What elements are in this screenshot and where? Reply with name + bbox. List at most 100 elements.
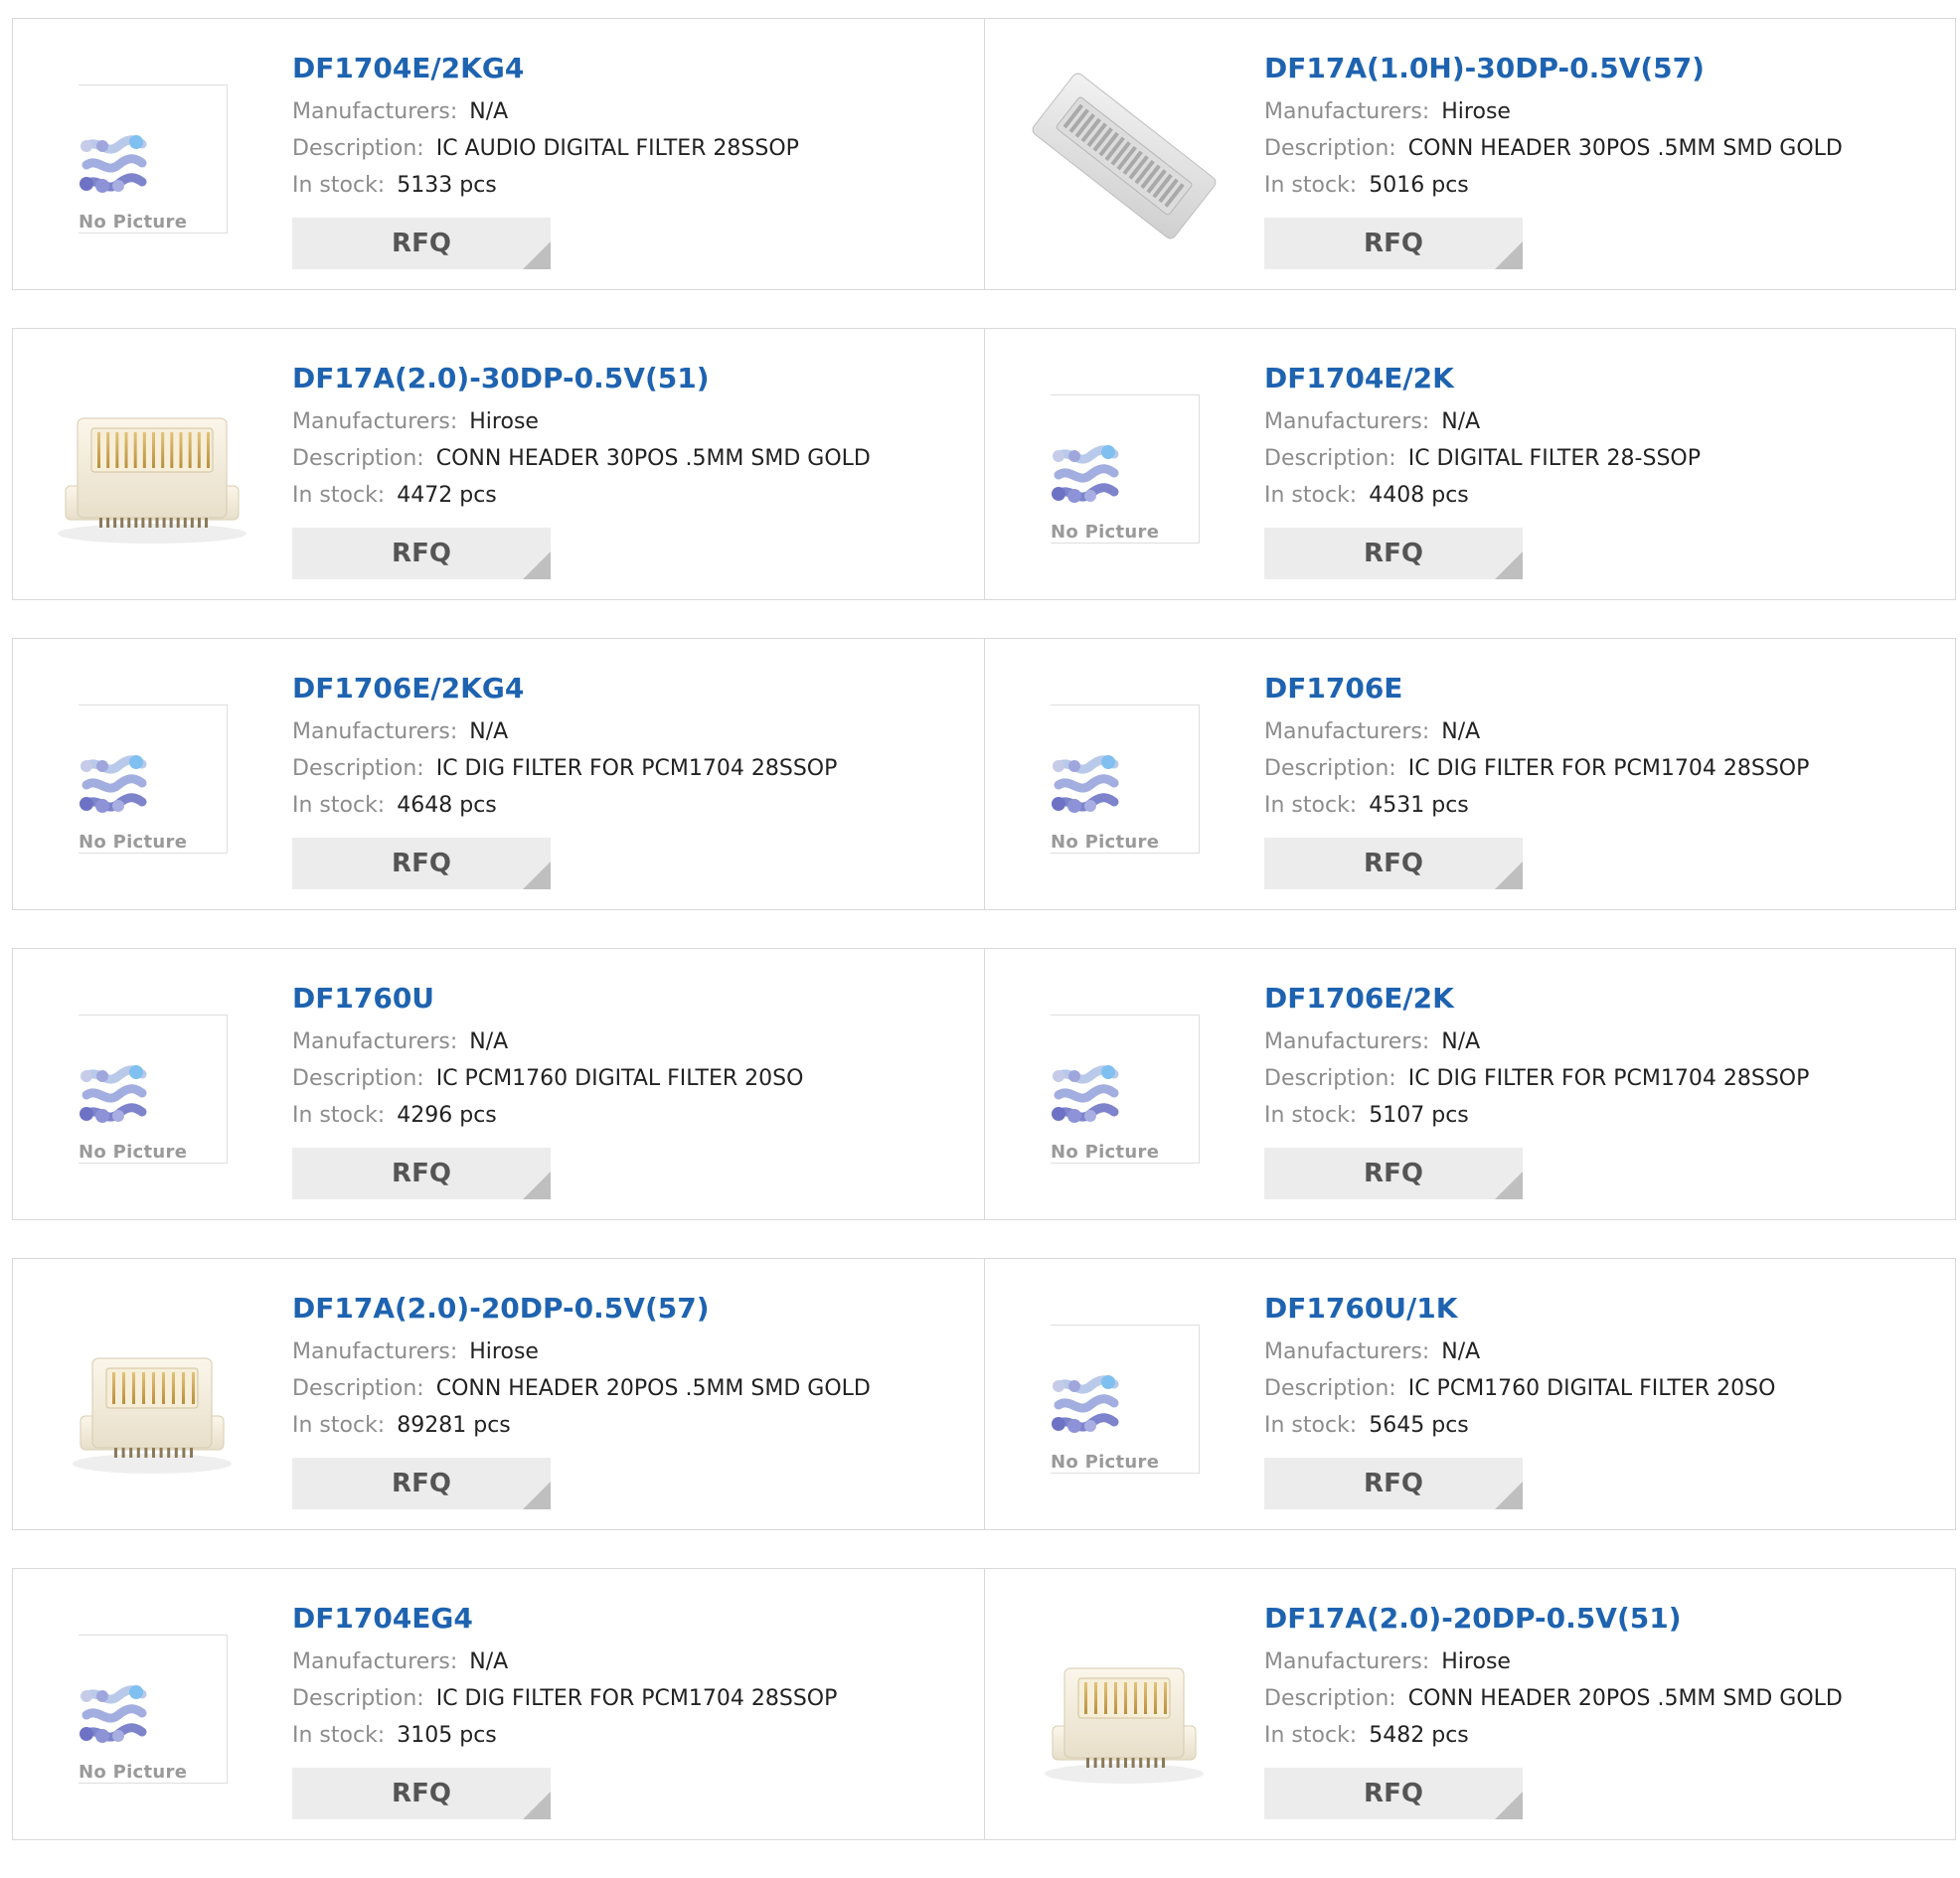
no-picture-placeholder: No Picture bbox=[1051, 1325, 1200, 1474]
description-label: Description: bbox=[1264, 756, 1396, 781]
rfq-button[interactable]: RFQ bbox=[292, 838, 551, 889]
description-value: CONN HEADER 20POS .5MM SMD GOLD bbox=[435, 1376, 871, 1401]
product-info: DF1706E/2K Manufacturers: N/A Description… bbox=[1264, 979, 1945, 1134]
no-picture-text: No Picture bbox=[79, 832, 194, 853]
stock-unit: pcs bbox=[459, 1103, 497, 1128]
manufacturer-value: N/A bbox=[1441, 719, 1481, 744]
product-info: DF17A(2.0)-20DP-0.5V(57) Manufacturers: H… bbox=[292, 1289, 974, 1444]
manufacturer-label: Manufacturers: bbox=[292, 99, 458, 124]
rfq-button[interactable]: RFQ bbox=[1264, 1458, 1523, 1509]
rfq-corner-decoration bbox=[1495, 1482, 1523, 1509]
stock-label: In stock: bbox=[1264, 483, 1358, 508]
part-number-link[interactable]: DF17A(2.0)-20DP-0.5V(51) bbox=[1264, 1599, 1945, 1639]
rfq-button[interactable]: RFQ bbox=[292, 1458, 551, 1509]
rfq-button[interactable]: RFQ bbox=[1264, 1148, 1523, 1199]
stock-count: 5482 bbox=[1369, 1723, 1425, 1748]
stock-label: In stock: bbox=[1264, 1723, 1358, 1748]
manufacturer-line: Manufacturers: N/A bbox=[1264, 713, 1945, 750]
manufacturer-value: N/A bbox=[469, 719, 509, 744]
small-connector-image bbox=[1045, 1667, 1204, 1784]
stock-value: 4531 pcs bbox=[1369, 793, 1469, 818]
manufacturer-label: Manufacturers: bbox=[292, 409, 458, 434]
description-line: Description: CONN HEADER 20POS .5MM SMD G… bbox=[1264, 1680, 1945, 1717]
rfq-label: RFQ bbox=[392, 849, 451, 878]
rfq-corner-decoration bbox=[523, 241, 551, 269]
rfq-label: RFQ bbox=[1364, 1159, 1423, 1188]
rfq-corner-decoration bbox=[1495, 551, 1523, 579]
stock-count: 89281 bbox=[397, 1413, 467, 1438]
part-number-link[interactable]: DF17A(2.0)-30DP-0.5V(51) bbox=[292, 359, 974, 398]
part-number-link[interactable]: DF1704E/2KG4 bbox=[292, 49, 974, 88]
description-label: Description: bbox=[1264, 446, 1396, 471]
stock-label: In stock: bbox=[292, 173, 386, 198]
stock-unit: pcs bbox=[473, 1413, 511, 1438]
no-picture-placeholder: No Picture bbox=[1051, 704, 1200, 854]
manufacturer-value: N/A bbox=[1441, 409, 1481, 434]
product-card: No Picture DF1706E Manufacturers: N/A Des… bbox=[984, 639, 1955, 909]
stock-label: In stock: bbox=[292, 1103, 386, 1128]
stock-label: In stock: bbox=[292, 793, 386, 818]
description-line: Description: CONN HEADER 20POS .5MM SMD G… bbox=[292, 1370, 974, 1407]
stock-label: In stock: bbox=[292, 1413, 386, 1438]
description-label: Description: bbox=[292, 446, 424, 471]
part-number-link[interactable]: DF17A(2.0)-20DP-0.5V(57) bbox=[292, 1289, 974, 1329]
rfq-label: RFQ bbox=[1364, 1469, 1423, 1498]
description-value: IC DIGITAL FILTER 28-SSOP bbox=[1407, 446, 1701, 471]
rfq-button[interactable]: RFQ bbox=[292, 1148, 551, 1199]
part-number-link[interactable]: DF1706E bbox=[1264, 669, 1945, 708]
rfq-button[interactable]: RFQ bbox=[1264, 838, 1523, 889]
stock-line: In stock: 3105 pcs bbox=[292, 1717, 974, 1754]
rfq-button[interactable]: RFQ bbox=[1264, 1768, 1523, 1819]
rfq-label: RFQ bbox=[1364, 539, 1423, 568]
rfq-corner-decoration bbox=[1495, 1792, 1523, 1819]
small-connector-image bbox=[73, 1357, 232, 1474]
description-label: Description: bbox=[1264, 1066, 1396, 1091]
rfq-button[interactable]: RFQ bbox=[292, 1768, 551, 1819]
product-grid: No Picture DF1704E/2KG4 Manufacturers: N/… bbox=[12, 18, 1956, 1878]
stock-unit: pcs bbox=[1431, 173, 1469, 198]
stock-unit: pcs bbox=[459, 1723, 497, 1748]
part-number-link[interactable]: DF17A(1.0H)-30DP-0.5V(57) bbox=[1264, 49, 1945, 88]
no-picture-text: No Picture bbox=[79, 212, 194, 233]
product-card: DF17A(1.0H)-30DP-0.5V(57) Manufacturers:… bbox=[984, 19, 1955, 289]
stock-value: 4648 pcs bbox=[397, 793, 497, 818]
product-info: DF17A(2.0)-30DP-0.5V(51) Manufacturers: H… bbox=[292, 359, 974, 514]
product-info: DF1760U Manufacturers: N/A Description: IC… bbox=[292, 979, 974, 1134]
product-row: DF17A(2.0)-20DP-0.5V(57) Manufacturers: H… bbox=[12, 1258, 1956, 1530]
flat-connector-image bbox=[1032, 73, 1217, 239]
description-value: IC DIG FILTER FOR PCM1704 28SSOP bbox=[435, 756, 838, 781]
no-picture-placeholder: No Picture bbox=[1051, 394, 1200, 544]
stock-value: 5482 pcs bbox=[1369, 1723, 1469, 1748]
rfq-button[interactable]: RFQ bbox=[1264, 218, 1523, 269]
rfq-label: RFQ bbox=[392, 539, 451, 568]
rfq-label: RFQ bbox=[1364, 849, 1423, 878]
rfq-button[interactable]: RFQ bbox=[1264, 528, 1523, 579]
no-picture-text: No Picture bbox=[1051, 832, 1166, 853]
part-number-link[interactable]: DF1706E/2K bbox=[1264, 979, 1945, 1018]
rfq-button[interactable]: RFQ bbox=[292, 218, 551, 269]
description-line: Description: CONN HEADER 30POS .5MM SMD G… bbox=[292, 440, 974, 477]
stock-line: In stock: 5133 pcs bbox=[292, 167, 974, 204]
no-picture-text: No Picture bbox=[1051, 1452, 1166, 1473]
description-line: Description: IC DIG FILTER FOR PCM1704 28… bbox=[1264, 1060, 1945, 1097]
product-card: No Picture DF1704E/2KG4 Manufacturers: N/… bbox=[13, 19, 984, 289]
manufacturer-value: N/A bbox=[1441, 1029, 1481, 1054]
rfq-button[interactable]: RFQ bbox=[292, 528, 551, 579]
manufacturer-label: Manufacturers: bbox=[292, 1649, 458, 1674]
rfq-corner-decoration bbox=[1495, 241, 1523, 269]
description-value: IC AUDIO DIGITAL FILTER 28SSOP bbox=[435, 136, 799, 161]
part-number-link[interactable]: DF1706E/2KG4 bbox=[292, 669, 974, 708]
part-number-link[interactable]: DF1704EG4 bbox=[292, 1599, 974, 1639]
part-number-link[interactable]: DF1704E/2K bbox=[1264, 359, 1945, 398]
product-card: No Picture DF1760U/1K Manufacturers: N/A … bbox=[984, 1259, 1955, 1529]
manufacturer-value: Hirose bbox=[469, 1339, 539, 1364]
manufacturer-value: Hirose bbox=[1441, 99, 1511, 124]
part-number-link[interactable]: DF1760U bbox=[292, 979, 974, 1018]
rfq-corner-decoration bbox=[523, 1482, 551, 1509]
product-row: No Picture DF1704EG4 Manufacturers: N/A D… bbox=[12, 1568, 1956, 1840]
description-label: Description: bbox=[1264, 1686, 1396, 1711]
stock-line: In stock: 5107 pcs bbox=[1264, 1097, 1945, 1134]
part-number-link[interactable]: DF1760U/1K bbox=[1264, 1289, 1945, 1329]
stock-count: 4296 bbox=[397, 1103, 453, 1128]
product-info: DF1760U/1K Manufacturers: N/A Description… bbox=[1264, 1289, 1945, 1444]
